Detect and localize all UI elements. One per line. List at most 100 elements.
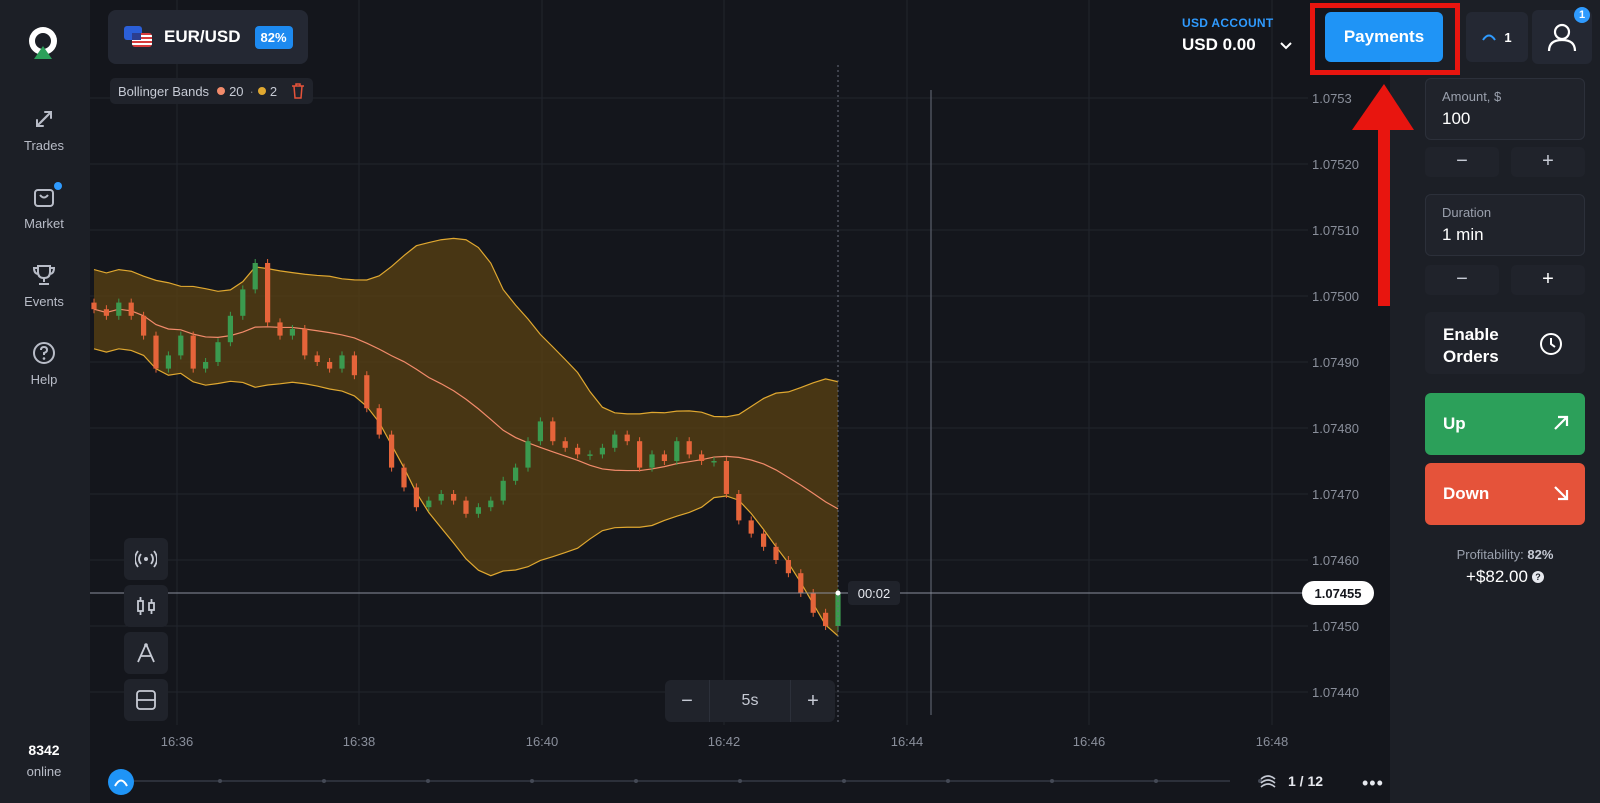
candle [612,434,618,448]
candle [637,441,643,468]
candle [488,500,494,508]
up-button[interactable]: Up [1425,393,1585,455]
profit-amount: +$82.00 [1466,567,1528,586]
deviation-color-dot [257,87,266,95]
timeline-dot [322,779,326,783]
asset-name: EUR/USD [164,27,241,46]
candle [190,335,196,369]
sidebar-item-trades[interactable]: Trades [0,106,88,153]
candle [426,500,432,508]
candle [475,507,481,514]
candle [599,447,605,455]
indicator-chip[interactable]: Bollinger Bands 20 · 2 [110,78,314,104]
amount-field[interactable]: Amount, $ 100 [1425,78,1585,140]
timeline-dot [946,779,950,783]
candle [537,421,543,442]
sidebar-item-market[interactable]: Market [0,182,88,231]
timeline-start-button[interactable] [108,769,134,795]
candle [401,467,407,488]
trash-icon[interactable] [291,83,305,99]
account-balance: USD 0.00 [1182,35,1256,54]
signals-tool-button[interactable] [124,538,168,580]
indicators-tool-button[interactable] [124,679,168,721]
candle [649,454,655,468]
time-tick-label: 16:44 [891,734,924,749]
down-button[interactable]: Down [1425,463,1585,525]
sidebar-item-events[interactable]: Events [0,262,88,309]
candle [141,315,147,336]
candle [587,454,593,456]
up-label: Up [1443,414,1466,433]
price-tick-label: 1.07490 [1312,355,1359,370]
candle [711,461,717,463]
candle [748,520,754,534]
candle [215,342,221,362]
user-icon [1547,23,1577,52]
sidebar-item-label: Market [24,216,64,231]
down-label: Down [1443,484,1490,503]
drawing-tools-button[interactable] [124,632,168,674]
broadcast-icon [135,550,157,568]
online-counter: 8342 online [0,742,88,779]
candle [351,355,357,376]
candle [116,302,122,316]
duration-field[interactable]: Duration 1 min [1425,194,1585,256]
candle [525,441,531,468]
logo-icon [29,27,57,59]
profile-button[interactable]: 1 [1532,7,1592,64]
zoom-in-button[interactable]: + [791,690,835,713]
duration-value[interactable]: 1 min [1442,225,1484,245]
asset-selector[interactable]: EUR/USD 82% [108,10,308,64]
timeline-dot [530,779,534,783]
more-options-icon[interactable]: ••• [1362,773,1384,794]
timeline-dot [1154,779,1158,783]
help-circle-icon [33,342,55,364]
help-icon[interactable]: ? [1531,571,1544,583]
sidebar-item-label: Help [30,372,58,387]
open-trades-count: 1 [1504,29,1512,45]
trade-progress-icon [1482,34,1497,41]
chevron-down-icon [1280,42,1292,50]
layers-icon [1260,775,1276,788]
trophy-icon [32,265,56,285]
enable-orders-button[interactable]: Enable Orders [1425,312,1585,374]
trades-arrows-icon [36,111,52,127]
market-notification-dot [54,182,62,190]
open-trades-button[interactable]: 1 [1466,12,1528,62]
duration-decrease-button[interactable]: − [1425,265,1499,295]
current-price-dot [835,590,841,596]
candle [252,263,258,290]
sidebar-item-help[interactable]: Help [0,340,88,387]
zoom-out-button[interactable]: − [665,690,709,713]
candle [550,421,556,442]
payments-button[interactable]: Payments [1325,12,1443,62]
amount-value[interactable]: 100 [1442,109,1470,129]
candle [500,480,506,501]
candle [339,355,345,369]
timeframe-value[interactable]: 5s [709,680,791,722]
candle [103,309,109,316]
time-tick-label: 16:48 [1256,734,1289,749]
amount-increase-button[interactable]: + [1511,147,1585,177]
chart-type-button[interactable] [124,585,168,627]
candle [823,612,829,626]
amount-decrease-button[interactable]: − [1425,147,1499,177]
time-tick-label: 16:40 [526,734,559,749]
arrow-down-right-icon [1554,486,1569,501]
candle [227,315,233,343]
candle [364,375,370,409]
profitability-label: Profitability: [1456,547,1524,562]
time-tick-label: 16:42 [708,734,741,749]
candle [810,593,816,613]
timeline-dot [218,779,222,783]
candle [686,441,692,455]
candle [624,434,630,442]
shopping-bag-icon [34,189,54,207]
account-selector[interactable]: USD ACCOUNT USD 0.00 [1182,16,1292,55]
duration-increase-button[interactable]: + [1511,265,1585,295]
candle [128,302,134,316]
current-price-label: 1.07455 [1315,586,1362,601]
profitability-row: Profitability: 82% [1425,547,1585,562]
sidebar-item-label: Trades [24,138,64,153]
candle [723,461,729,494]
